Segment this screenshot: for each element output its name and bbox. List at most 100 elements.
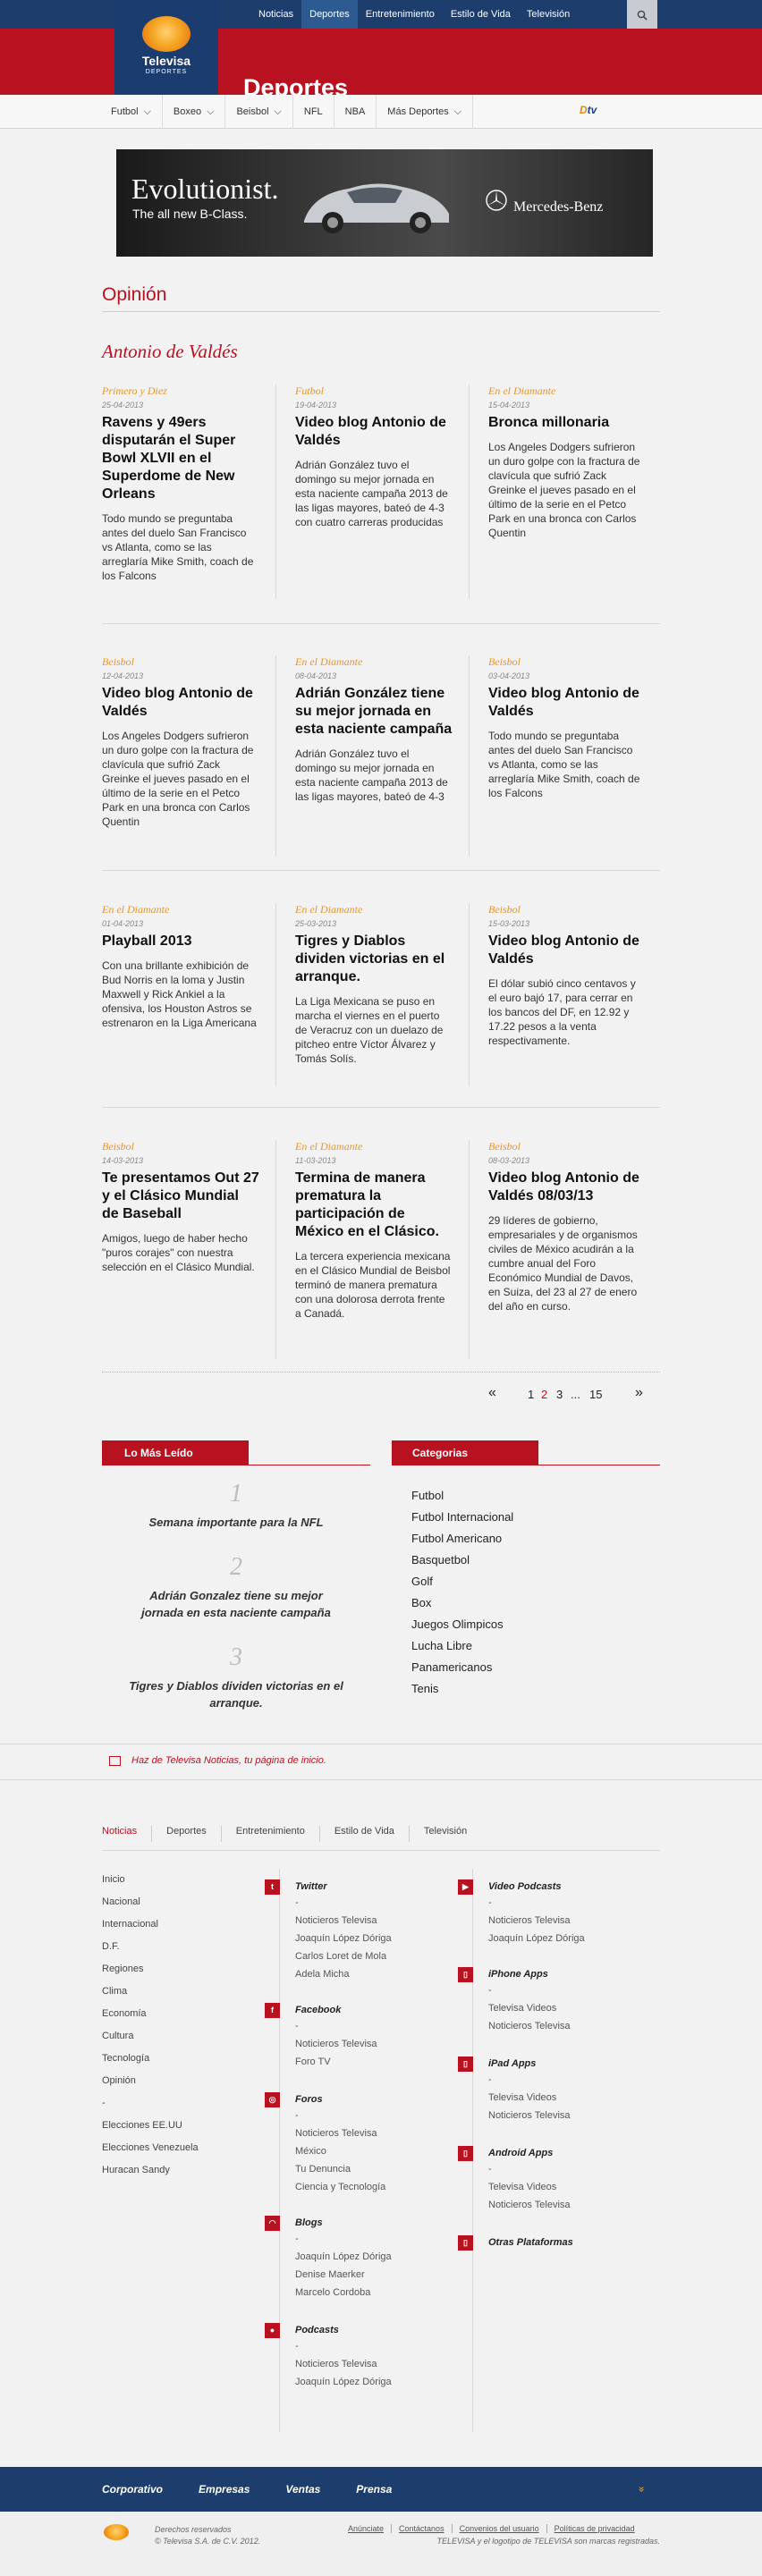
article-card[interactable]: Beisbol 15-03-2013 Video blog Antonio de V… — [488, 903, 646, 1048]
article-card[interactable]: Beisbol 12-04-2013 Video blog Antonio de V… — [102, 655, 259, 829]
footer-section-link[interactable]: Huracan Sandy — [102, 2165, 199, 2187]
footer-social-heading[interactable]: iPhone Apps — [488, 1969, 548, 1980]
mas-leido-tab[interactable]: Lo Más Leído — [102, 1440, 249, 1465]
footer-social-link[interactable]: Joaquín López Dóriga — [295, 2377, 474, 2394]
article-card[interactable]: En el Diamante 08-04-2013 Adrián González … — [295, 655, 453, 804]
set-homepage-link[interactable]: Haz de Televisa Noticias, tu página de i… — [131, 1755, 326, 1766]
footer-social-link[interactable]: Televisa Videos — [488, 2182, 667, 2200]
footer-social-heading[interactable]: Twitter — [295, 1881, 327, 1892]
footer-section-link[interactable]: Elecciones EE.UU — [102, 2120, 199, 2142]
article-title[interactable]: Ravens y 49ers disputarán el Super Bowl … — [102, 414, 259, 503]
footer-social-link[interactable]: Noticieros Televisa — [295, 2039, 474, 2057]
article-category[interactable]: Beisbol — [488, 903, 646, 916]
article-card[interactable]: Beisbol 03-04-2013 Video blog Antonio de V… — [488, 655, 646, 800]
pagination-page-3[interactable]: 3 — [556, 1388, 563, 1401]
article-category[interactable]: En el Diamante — [295, 1140, 453, 1153]
category-link[interactable]: Golf — [411, 1575, 513, 1596]
footer-social-link[interactable]: México — [295, 2146, 474, 2164]
footer-social-link[interactable]: Televisa Videos — [488, 2003, 667, 2021]
article-title[interactable]: Termina de manera prematura la participa… — [295, 1170, 453, 1241]
subnav-futbol[interactable]: Futbol ⌵ — [100, 95, 163, 129]
article-card[interactable]: En el Diamante 11-03-2013 Termina de maner… — [295, 1140, 453, 1321]
footer-social-link[interactable]: Joaquín López Dóriga — [488, 1933, 667, 1951]
article-category[interactable]: Beisbol — [102, 655, 259, 669]
televisa-logo[interactable]: Televisa DEPORTES — [114, 0, 218, 95]
footer-tab-estilo-de-vida[interactable]: Estilo de Vida — [320, 1826, 410, 1842]
footer-social-heading[interactable]: Otras Plataformas — [488, 2237, 573, 2248]
article-title[interactable]: Video blog Antonio de Valdés — [488, 685, 646, 721]
pagination-page-2[interactable]: 2 — [541, 1388, 547, 1401]
article-card[interactable]: Futbol 19-04-2013 Video blog Antonio de Va… — [295, 384, 453, 529]
foros-icon[interactable]: ◎ — [265, 2092, 280, 2107]
footer-social-heading[interactable]: Podcasts — [295, 2325, 339, 2335]
pagination-page-15[interactable]: 15 — [589, 1388, 602, 1401]
dtv-logo[interactable]: Dtv — [580, 104, 597, 116]
convenios-link[interactable]: Convenios del usuario — [453, 2524, 547, 2533]
footer-social-link[interactable]: Noticieros Televisa — [488, 2021, 667, 2039]
category-link[interactable]: Futbol — [411, 1489, 513, 1510]
article-title[interactable]: Tigres y Diablos dividen victorias en el… — [295, 933, 453, 986]
category-link[interactable]: Basquetbol — [411, 1553, 513, 1575]
article-title[interactable]: Playball 2013 — [102, 933, 259, 950]
subnav-nfl[interactable]: NFL — [293, 95, 334, 129]
prensa-link[interactable]: Prensa — [356, 2467, 392, 2512]
article-title[interactable]: Adrián González tiene su mejor jornada e… — [295, 685, 453, 739]
article-category[interactable]: En el Diamante — [295, 903, 453, 916]
top-nav-estilo-de-vida[interactable]: Estilo de Vida — [443, 0, 519, 29]
article-category[interactable]: Beisbol — [488, 1140, 646, 1153]
article-card[interactable]: En el Diamante 15-04-2013 Bronca millonari… — [488, 384, 646, 540]
footer-social-heading[interactable]: iPad Apps — [488, 2058, 536, 2069]
search-button[interactable] — [627, 0, 657, 29]
article-category[interactable]: En el Diamante — [102, 903, 259, 916]
footer-social-heading[interactable]: Video Podcasts — [488, 1881, 562, 1892]
footer-social-link[interactable]: Noticieros Televisa — [488, 2110, 667, 2128]
anunciate-link[interactable]: Anúnciate — [341, 2524, 393, 2533]
footer-social-link[interactable]: Noticieros Televisa — [488, 1915, 667, 1933]
footer-social-link[interactable]: Noticieros Televisa — [295, 2128, 474, 2146]
article-category[interactable]: Beisbol — [488, 655, 646, 669]
footer-social-heading[interactable]: Blogs — [295, 2217, 323, 2228]
category-link[interactable]: Futbol Internacional — [411, 1510, 513, 1532]
category-link[interactable]: Box — [411, 1596, 513, 1617]
privacidad-link[interactable]: Políticas de privacidad — [547, 2524, 635, 2533]
footer-social-link[interactable]: Joaquín López Dóriga — [295, 2251, 474, 2269]
subnav-beisbol[interactable]: Beisbol ⌵ — [225, 95, 293, 129]
footer-tab-deportes[interactable]: Deportes — [152, 1826, 222, 1842]
article-card[interactable]: Primero y Diez 25-04-2013 Ravens y 49ers d… — [102, 384, 259, 583]
pagination-prev[interactable]: « — [488, 1385, 496, 1401]
footer-social-link[interactable]: Ciencia y Tecnología — [295, 2182, 474, 2200]
top-nav-television[interactable]: Televisión — [519, 0, 578, 29]
footer-section-link[interactable]: Nacional — [102, 1896, 199, 1919]
footer-social-link[interactable]: Foro TV — [295, 2057, 474, 2074]
category-link[interactable]: Panamericanos — [411, 1660, 513, 1682]
footer-section-link[interactable]: Internacional — [102, 1919, 199, 1941]
article-title[interactable]: Te presentamos Out 27 y el Clásico Mundi… — [102, 1170, 259, 1223]
article-category[interactable]: Primero y Diez — [102, 384, 259, 398]
footer-tab-television[interactable]: Televisión — [410, 1826, 481, 1842]
footer-social-link[interactable]: Marcelo Cordoba — [295, 2287, 474, 2305]
top-nav-entretenimiento[interactable]: Entretenimiento — [358, 0, 443, 29]
footer-section-link[interactable]: Regiones — [102, 1964, 199, 1986]
mas-leido-item[interactable]: 3 Tigres y Diablos dividen victorias en … — [102, 1643, 370, 1711]
article-card[interactable]: En el Diamante 25-03-2013 Tigres y Diablos… — [295, 903, 453, 1066]
footer-social-heading[interactable]: Facebook — [295, 2005, 341, 2015]
article-category[interactable]: Beisbol — [102, 1140, 259, 1153]
category-link[interactable]: Tenis — [411, 1682, 513, 1703]
mas-leido-item[interactable]: 1 Semana importante para la NFL — [102, 1480, 370, 1531]
footer-tab-noticias[interactable]: Noticias — [102, 1826, 153, 1842]
empresas-link[interactable]: Empresas — [199, 2467, 250, 2512]
article-category[interactable]: En el Diamante — [295, 655, 453, 669]
footer-social-link[interactable]: Noticieros Televisa — [295, 1915, 474, 1933]
mercedes-banner-ad[interactable]: Evolutionist. The all new B-Class. Merce… — [116, 149, 653, 257]
footer-social-heading[interactable]: Android Apps — [488, 2148, 553, 2158]
footer-section-link[interactable]: Clima — [102, 1986, 199, 2008]
footer-social-link[interactable]: Noticieros Televisa — [295, 2359, 474, 2377]
article-card[interactable]: En el Diamante 01-04-2013 Playball 2013 Con… — [102, 903, 259, 1030]
article-card[interactable]: Beisbol 08-03-2013 Video blog Antonio de V… — [488, 1140, 646, 1313]
category-link[interactable]: Lucha Libre — [411, 1639, 513, 1660]
twitter-icon[interactable]: t — [265, 1879, 280, 1895]
subnav-nba[interactable]: NBA — [334, 95, 377, 129]
category-link[interactable]: Juegos Olimpicos — [411, 1617, 513, 1639]
article-title[interactable]: Video blog Antonio de Valdés — [102, 685, 259, 721]
ventas-link[interactable]: Ventas — [285, 2467, 320, 2512]
